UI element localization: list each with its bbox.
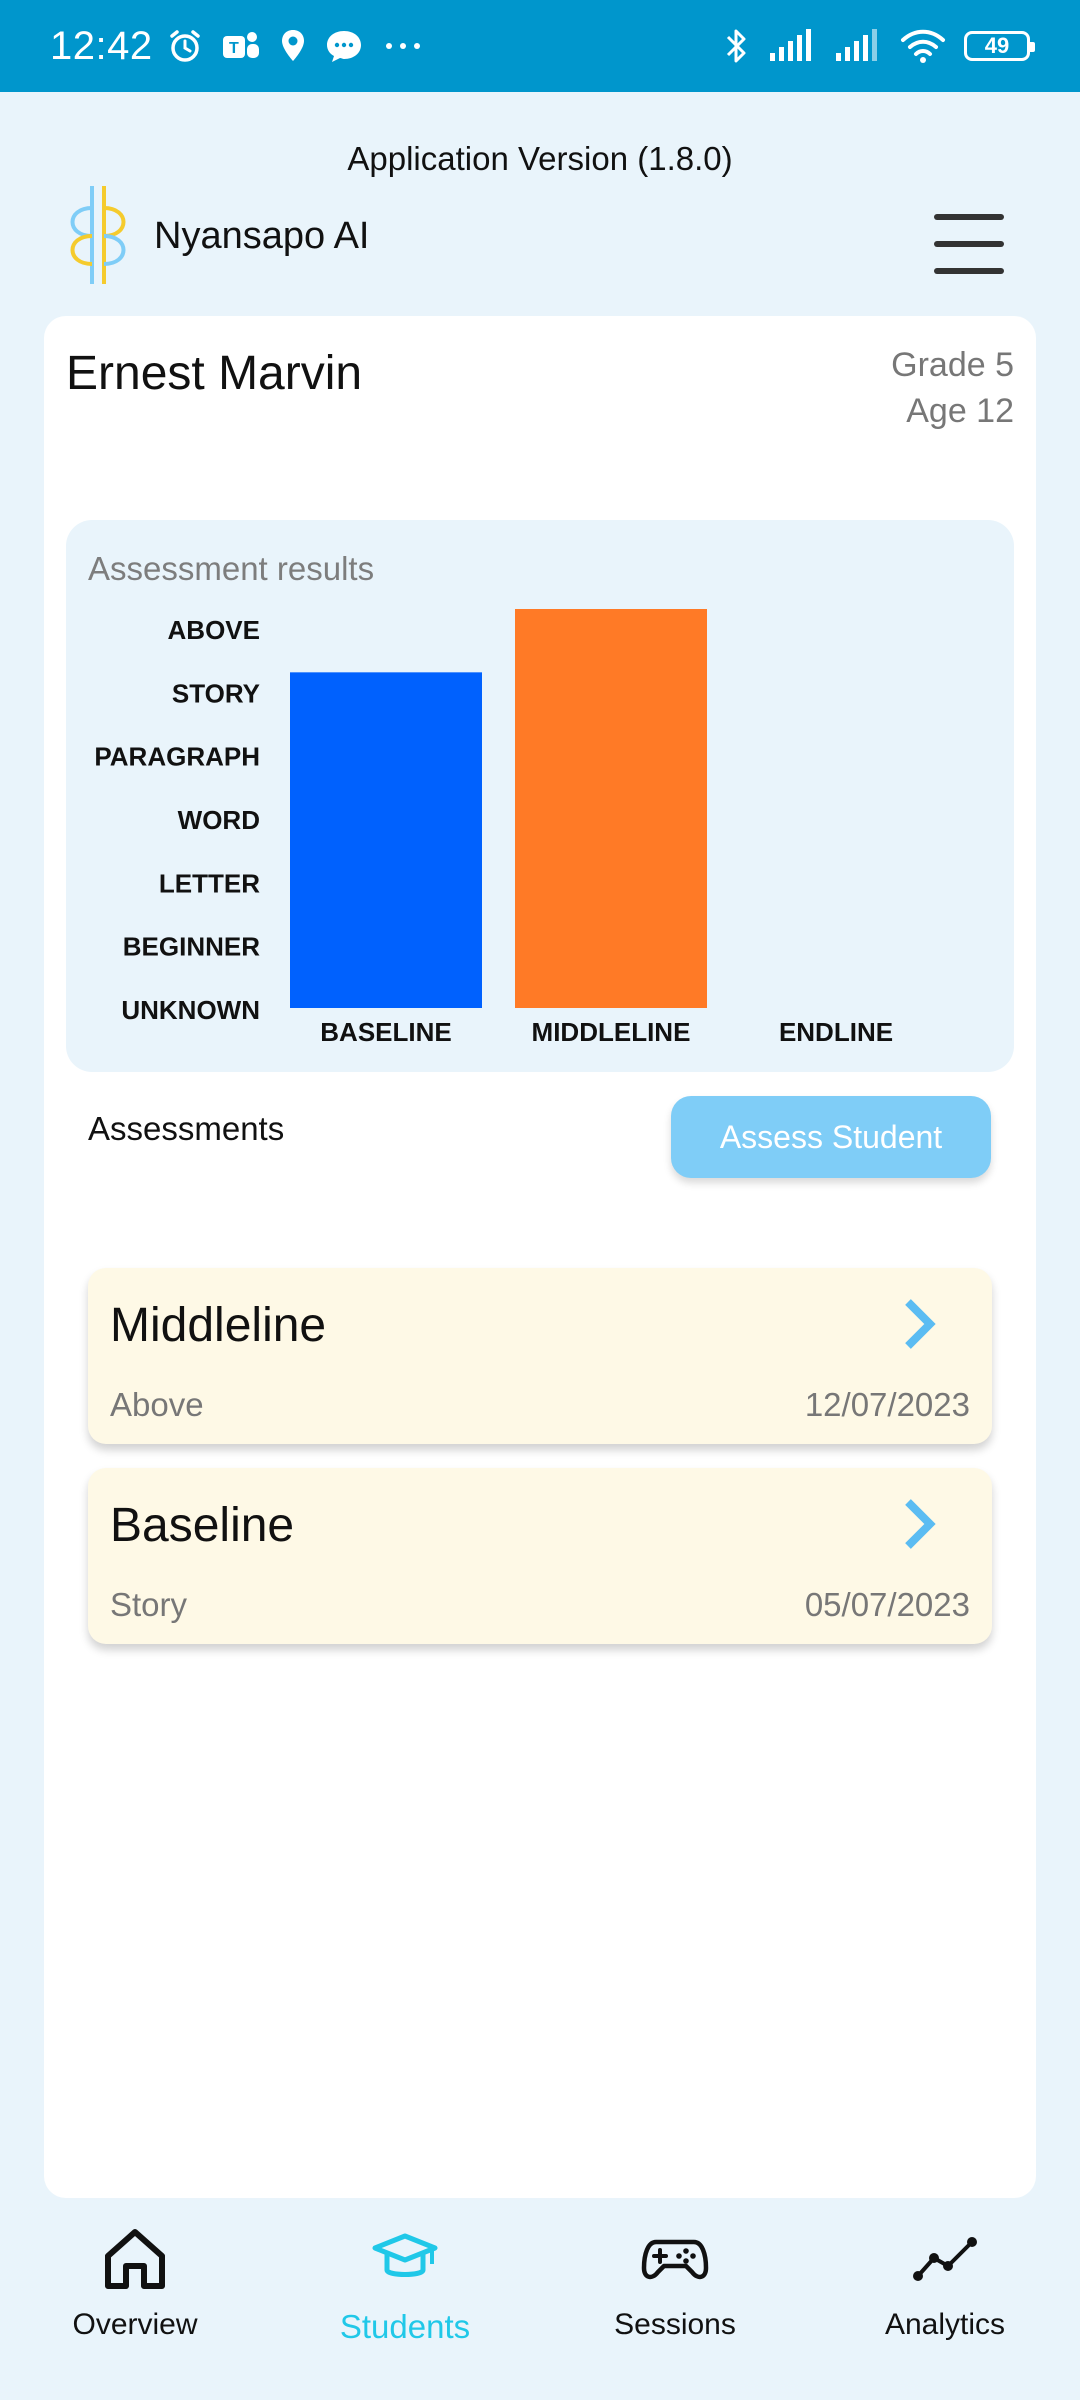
bottom-nav: Overview Students Sessions Analytics xyxy=(0,2204,1080,2400)
teams-icon: T xyxy=(221,28,261,64)
signal-icon xyxy=(834,29,882,63)
nav-item-overview[interactable]: Overview xyxy=(0,2204,270,2400)
status-icons-left: T xyxy=(167,28,425,64)
chat-icon xyxy=(325,28,363,64)
chevron-right-icon xyxy=(905,1299,936,1349)
hamburger-menu-icon[interactable] xyxy=(934,214,1004,274)
status-bar: 12:42 T 49 xyxy=(0,0,1080,92)
assessments-label: Assessments xyxy=(88,1110,285,1147)
assessment-date: 05/07/2023 xyxy=(804,1586,970,1623)
status-icons-right: 49 xyxy=(724,26,1035,66)
nav-item-analytics[interactable]: Analytics xyxy=(810,2204,1080,2400)
student-name: Ernest Marvin xyxy=(66,347,363,400)
student-detail-card: Ernest Marvin Grade 5 Age 12 Assessment … xyxy=(44,316,1036,2198)
home-icon xyxy=(105,2229,165,2289)
alarm-icon xyxy=(167,28,203,64)
bar-middleline xyxy=(515,609,707,1008)
assessment-card-middleline[interactable]: Middleline Above 12/07/2023 xyxy=(88,1268,992,1444)
battery-level: 49 xyxy=(984,33,1010,58)
student-grade: Grade 5 xyxy=(891,346,1014,384)
assessment-card-baseline[interactable]: Baseline Story 05/07/2023 xyxy=(88,1468,992,1644)
nav-label: Students xyxy=(339,2308,471,2345)
chevron-right-icon xyxy=(905,1499,936,1549)
nav-label: Analytics xyxy=(884,2308,1006,2341)
wifi-icon xyxy=(900,28,946,64)
more-icon xyxy=(381,28,425,64)
location-icon xyxy=(279,28,307,64)
y-tick-label: PARAGRAPH xyxy=(94,742,260,772)
x-tick-label: ENDLINE xyxy=(779,1017,893,1047)
status-time: 12:42 xyxy=(50,23,153,68)
x-tick-label: BASELINE xyxy=(320,1017,451,1047)
assess-student-button[interactable]: Assess Student xyxy=(671,1096,991,1178)
nav-item-sessions[interactable]: Sessions xyxy=(540,2204,810,2400)
bluetooth-icon xyxy=(724,26,750,66)
y-tick-label: BEGINNER xyxy=(123,932,260,962)
battery-icon: 49 xyxy=(964,31,1035,61)
assessment-title: Middleline xyxy=(110,1299,327,1352)
assessment-results-chart: Assessment results UNKNOWN BEGINNER LETTER… xyxy=(66,520,1014,1072)
menu-line xyxy=(934,241,1004,247)
nav-label: Sessions xyxy=(614,2308,736,2341)
brand-logo-icon xyxy=(70,186,126,284)
nav-item-students[interactable]: Students xyxy=(270,2204,540,2400)
app-version: Application Version (1.8.0) xyxy=(347,140,733,177)
y-tick-label: UNKNOWN xyxy=(121,995,260,1025)
line-chart-icon xyxy=(913,2237,977,2281)
assessment-level: Above xyxy=(110,1386,204,1423)
y-tick-label: LETTER xyxy=(159,868,260,898)
y-tick-label: ABOVE xyxy=(168,615,260,645)
nav-label: Overview xyxy=(72,2308,198,2341)
brand-name: Nyansapo AI xyxy=(154,214,370,257)
y-tick-label: WORD xyxy=(178,805,260,835)
menu-line xyxy=(934,268,1004,274)
brand: Nyansapo AI xyxy=(62,180,369,292)
bar-baseline xyxy=(290,672,482,1008)
assessment-level: Story xyxy=(110,1586,188,1623)
chart-svg: UNKNOWN BEGINNER LETTER WORD PARAGRAPH STORY A… xyxy=(94,609,893,1047)
student-age: Age 12 xyxy=(906,392,1014,430)
student-meta: Grade 5 Age 12 xyxy=(891,342,1014,434)
signal-icon xyxy=(768,29,816,63)
svg-text:T: T xyxy=(229,40,239,57)
x-tick-label: MIDDLELINE xyxy=(532,1017,691,1047)
y-tick-label: STORY xyxy=(172,678,260,708)
menu-line xyxy=(934,214,1004,220)
assessment-title: Baseline xyxy=(110,1499,295,1552)
graduation-cap-icon xyxy=(372,2233,438,2277)
assessment-date: 12/07/2023 xyxy=(804,1386,970,1423)
gamepad-icon xyxy=(641,2239,709,2280)
